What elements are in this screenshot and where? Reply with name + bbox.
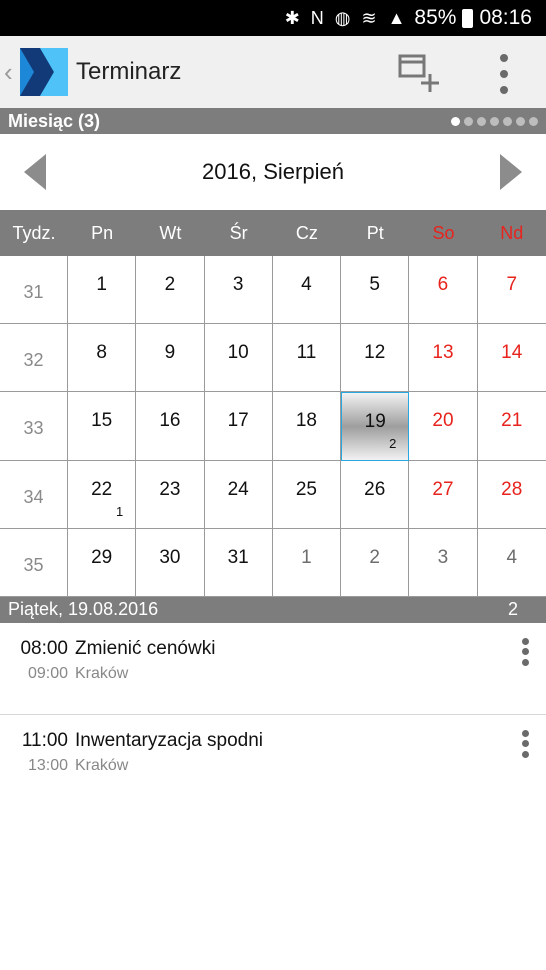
day-number: 19: [364, 411, 386, 433]
month-label: 2016, Sierpień: [202, 159, 344, 184]
event-menu-icon[interactable]: [520, 729, 530, 758]
clock: 08:16: [479, 6, 532, 29]
day-cell[interactable]: 10: [204, 324, 273, 393]
week-number: 33: [0, 392, 68, 461]
day-cell[interactable]: 21: [477, 392, 546, 461]
day-cell[interactable]: 4: [272, 256, 342, 325]
header-saturday: So: [432, 222, 455, 243]
event-title: Zmienić cenówki: [75, 637, 216, 659]
header-wednesday: Śr: [229, 222, 248, 243]
day-cell[interactable]: 8: [68, 324, 137, 393]
week-number: 35: [0, 528, 68, 597]
day-cell[interactable]: 30: [136, 528, 205, 597]
day-cell[interactable]: 9: [136, 324, 205, 393]
day-cell[interactable]: 16: [136, 392, 205, 461]
event-start-time: 08:00: [20, 637, 68, 659]
event-title: Inwentaryzacja spodni: [75, 729, 263, 751]
event-end-time: 13:00: [27, 756, 68, 774]
selected-day-count: 2: [507, 599, 518, 620]
app-bar: ‹ Terminarz: [0, 36, 546, 108]
battery-icon: [462, 8, 474, 28]
day-cell[interactable]: 15: [68, 392, 137, 461]
event-item[interactable]: 08:00 09:00 Zmienić cenówki Kraków: [0, 623, 546, 715]
section-header: Miesiąc (3): [0, 108, 546, 134]
section-title: Miesiąc (3): [8, 110, 101, 131]
header-thursday: Cz: [295, 222, 318, 243]
day-cell[interactable]: 11: [272, 324, 342, 393]
header-sunday: Nd: [500, 222, 524, 243]
back-chevron-icon[interactable]: ‹: [4, 57, 18, 88]
day-cell[interactable]: 1: [68, 256, 137, 325]
app-logo-icon: [20, 48, 68, 96]
event-count: 2: [389, 435, 397, 451]
day-cell[interactable]: 28: [477, 461, 546, 529]
day-cell[interactable]: 14: [477, 324, 546, 393]
day-cell[interactable]: 5: [341, 256, 410, 325]
previous-month-arrow-icon[interactable]: [24, 154, 46, 190]
status-bar: ✱ N ◍ ≋ ▲ 85% 08:16: [0, 0, 546, 36]
event-count: 1: [116, 503, 124, 519]
day-cell[interactable]: 6: [409, 256, 478, 325]
calendar-grid: 31 1 2 3 4 5 6 7 32 8 9 10 11 12 13 14 3…: [0, 256, 546, 597]
day-cell[interactable]: 27: [409, 460, 478, 529]
weekday-header: Tydz. Pn Wt Śr Cz Pt So Nd: [0, 210, 546, 256]
header-tuesday: Wt: [159, 222, 182, 243]
week-number: 31: [0, 256, 68, 325]
day-number: 22: [91, 478, 113, 500]
event-end-time: 09:00: [27, 664, 68, 682]
day-cell-next-month[interactable]: 1: [272, 528, 342, 597]
day-cell[interactable]: 12: [341, 324, 410, 393]
day-cell-next-month[interactable]: 2: [341, 528, 410, 597]
app-title: Terminarz: [76, 58, 182, 85]
day-cell[interactable]: 22 1: [68, 460, 137, 529]
selected-day-header: Piątek, 19.08.2016 2: [0, 596, 546, 623]
add-event-icon[interactable]: [394, 50, 442, 94]
header-week-number: Tydz.: [12, 222, 56, 243]
status-icons: ✱ N ◍ ≋ ▲: [284, 7, 409, 28]
overflow-menu-icon[interactable]: [490, 54, 518, 94]
week-number: 32: [0, 324, 68, 393]
day-cell-next-month[interactable]: 4: [477, 529, 546, 597]
day-cell[interactable]: 7: [477, 256, 546, 325]
day-cell-selected[interactable]: 19 2: [341, 392, 410, 461]
day-cell[interactable]: 29: [68, 528, 137, 597]
month-navigation: 2016, Sierpień: [0, 134, 546, 210]
day-cell[interactable]: 2: [136, 256, 205, 325]
event-menu-icon[interactable]: [520, 637, 530, 666]
event-item[interactable]: 11:00 13:00 Inwentaryzacja spodni Kraków: [0, 715, 546, 807]
day-cell[interactable]: 23: [136, 460, 205, 529]
week-number: 34: [0, 460, 68, 529]
event-location: Kraków: [75, 664, 129, 682]
event-location: Kraków: [75, 756, 129, 774]
day-cell[interactable]: 25: [272, 460, 342, 529]
next-month-arrow-icon[interactable]: [500, 154, 522, 190]
day-cell[interactable]: 26: [341, 460, 410, 529]
day-cell[interactable]: 24: [204, 460, 273, 529]
selected-day-label: Piątek, 19.08.2016: [8, 599, 159, 620]
day-cell[interactable]: 18: [272, 392, 342, 461]
header-friday: Pt: [366, 222, 384, 243]
day-cell[interactable]: 3: [204, 256, 273, 325]
day-cell-next-month[interactable]: 3: [409, 528, 478, 597]
day-cell[interactable]: 13: [409, 324, 478, 393]
header-monday: Pn: [91, 222, 114, 243]
page-indicator: [451, 116, 538, 126]
battery-level: 85%: [414, 6, 457, 29]
event-start-time: 11:00: [21, 729, 68, 751]
day-cell[interactable]: 20: [409, 392, 478, 461]
day-cell[interactable]: 17: [204, 392, 273, 461]
day-cell[interactable]: 31: [204, 528, 273, 597]
